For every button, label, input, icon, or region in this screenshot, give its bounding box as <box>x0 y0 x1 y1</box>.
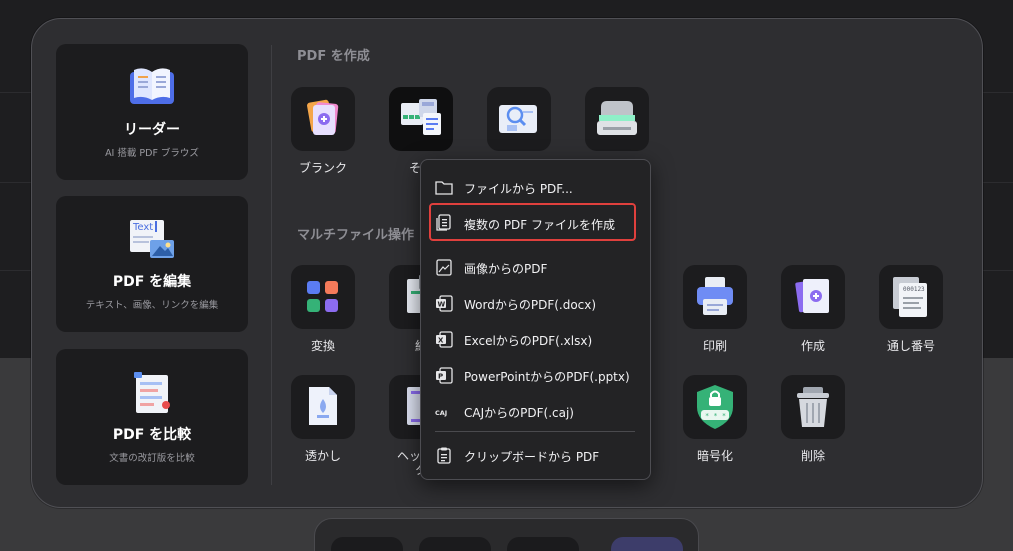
tool-image-to-pdf[interactable] <box>475 87 563 151</box>
svg-text:W: W <box>438 301 446 309</box>
reader-title: リーダー <box>124 122 180 138</box>
compare-pdf-card[interactable]: PDF を比較 文書の改訂版を比較 <box>56 349 248 485</box>
printer-icon <box>697 277 733 315</box>
tool-create-label: 作成 <box>800 339 825 353</box>
edit-pdf-card[interactable]: Text PDF を編集 テキスト、画像、リンクを編集 <box>56 196 248 332</box>
edit-art-text: Text <box>132 222 153 233</box>
excel-icon: X <box>436 331 453 348</box>
reader-card[interactable]: リーダー AI 搭載 PDF ブラウズ <box>56 44 248 180</box>
trash-icon <box>797 387 829 427</box>
tool-convert[interactable]: 変換 <box>279 265 367 353</box>
menu-item-label: 複数の PDF ファイルを作成 <box>464 218 616 232</box>
multiple-files-icon <box>436 214 451 231</box>
tool-create[interactable]: 作成 <box>769 265 857 353</box>
create-from-menu: ファイルから PDF... 複数の PDF ファイルを作成 画像からのPDF W… <box>420 159 651 480</box>
bottom-dock <box>314 518 699 551</box>
dock-item[interactable] <box>331 537 403 551</box>
panel-divider <box>271 45 272 485</box>
menu-item-from-image[interactable]: 画像からのPDF <box>431 253 642 281</box>
tool-scanner[interactable] <box>573 87 661 151</box>
bates-art-text: 000123 <box>903 286 925 293</box>
clipboard-icon <box>437 447 451 464</box>
dock-item[interactable] <box>611 537 683 551</box>
create-section-title: PDF を作成 <box>297 49 370 64</box>
folder-icon <box>435 181 453 195</box>
bates-numbering-icon: 000123 <box>893 277 927 317</box>
open-book-icon <box>130 68 174 104</box>
image-file-icon <box>436 259 452 276</box>
encrypt-shield-icon: * * * <box>697 385 733 429</box>
tool-blank[interactable]: ブランク <box>279 87 367 175</box>
compare-document-icon <box>134 372 170 413</box>
multi-section-title: マルチファイル操作 <box>297 228 415 243</box>
menu-item-from-caj[interactable]: CAJ CAJからのPDF(.caj) <box>431 397 642 425</box>
tool-watermark-label: 透かし <box>304 449 341 463</box>
word-icon: W <box>436 295 453 312</box>
tool-encrypt-label: 暗号化 <box>696 449 733 463</box>
menu-item-from-clipboard[interactable]: クリップボードから PDF <box>431 441 642 469</box>
menu-item-label: PowerPointからのPDF(.pptx) <box>464 370 630 384</box>
edit-pdf-subtitle: テキスト、画像、リンクを編集 <box>85 300 219 311</box>
menu-item-label: ExcelからのPDF(.xlsx) <box>464 334 593 348</box>
tool-bates-numbering[interactable]: 000123 通し番号 <box>867 265 955 353</box>
compare-pdf-title: PDF を比較 <box>112 427 192 443</box>
blank-document-icon <box>307 99 339 135</box>
menu-separator <box>435 431 635 432</box>
menu-item-from-excel[interactable]: X ExcelからのPDF(.xlsx) <box>431 325 642 353</box>
svg-text:CAJ: CAJ <box>435 409 447 417</box>
svg-text:X: X <box>438 337 444 345</box>
menu-item-label: クリップボードから PDF <box>464 450 600 464</box>
tool-watermark[interactable]: 透かし <box>279 375 367 463</box>
powerpoint-icon: P <box>436 367 453 384</box>
convert-icon <box>307 281 338 312</box>
menu-item-from-word[interactable]: W WordからのPDF(.docx) <box>431 289 642 317</box>
reader-subtitle: AI 搭載 PDF ブラウズ <box>105 148 199 159</box>
svg-text:P: P <box>438 373 443 381</box>
menu-item-label: 画像からのPDF <box>464 262 548 276</box>
menu-item-from-file[interactable]: ファイルから PDF... <box>431 173 642 201</box>
tool-encrypt[interactable]: * * * 暗号化 <box>671 375 759 463</box>
other-sources-icon <box>401 99 441 135</box>
edit-pdf-title: PDF を編集 <box>112 274 192 290</box>
menu-item-create-multiple[interactable]: 複数の PDF ファイルを作成 <box>429 203 636 241</box>
watermark-icon <box>309 387 337 425</box>
menu-item-label: ファイルから PDF... <box>464 182 573 196</box>
scanner-icon <box>597 101 637 135</box>
create-icon <box>795 279 829 313</box>
tool-print[interactable]: 印刷 <box>671 265 759 353</box>
edit-text-icon: Text <box>130 220 174 258</box>
image-to-pdf-icon <box>499 105 537 133</box>
caj-icon: CAJ <box>435 409 447 417</box>
dock-item[interactable] <box>419 537 491 551</box>
tool-convert-label: 変換 <box>310 339 335 353</box>
menu-item-label: CAJからのPDF(.caj) <box>464 406 574 420</box>
menu-item-label: WordからのPDF(.docx) <box>464 298 597 312</box>
tool-delete-label: 削除 <box>800 449 825 463</box>
tool-delete[interactable]: 削除 <box>769 375 857 463</box>
menu-item-from-powerpoint[interactable]: P PowerPointからのPDF(.pptx) <box>431 361 642 389</box>
encrypt-art-text: * * * <box>705 412 726 420</box>
tool-blank-label: ブランク <box>298 161 347 175</box>
tool-bates-label: 通し番号 <box>886 339 935 353</box>
tool-print-label: 印刷 <box>702 339 727 353</box>
compare-pdf-subtitle: 文書の改訂版を比較 <box>109 453 195 464</box>
dock-item[interactable] <box>507 537 579 551</box>
